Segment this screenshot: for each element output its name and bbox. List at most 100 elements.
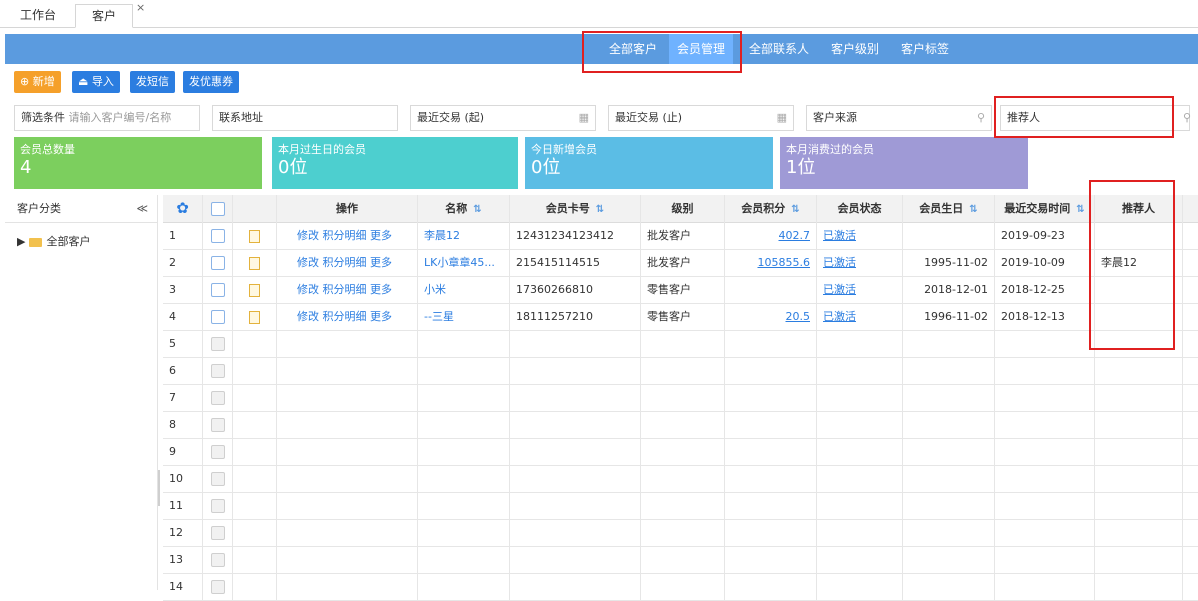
source-field[interactable]: 客户来源 ⚲ [806, 105, 992, 131]
row-checkbox[interactable] [203, 573, 233, 600]
condition-input[interactable]: 请输入客户编号/名称 [69, 111, 172, 124]
caret-right-icon[interactable]: ▶ [17, 235, 25, 248]
sort-icon[interactable]: ⇅ [596, 204, 604, 215]
edit-link[interactable]: 修改 [297, 283, 319, 296]
empty-cell [725, 573, 817, 600]
points-detail-link[interactable]: 积分明细 [323, 283, 367, 296]
row-checkbox[interactable] [203, 303, 233, 330]
row-checkbox[interactable] [203, 330, 233, 357]
row-checkbox[interactable] [203, 465, 233, 492]
trade-end-field[interactable]: 最近交易 (止) ▦ [608, 105, 794, 131]
col-last-trade[interactable]: 最近交易时间 ⇅ [995, 195, 1095, 222]
import-label: 导入 [91, 75, 114, 88]
table-row[interactable]: 1 修改 积分明细 更多 李晨12 12431234123412 批发客户 402.7 已激… [163, 222, 1198, 250]
nav-customer-tags[interactable]: 客户标签 [893, 34, 957, 64]
edit-link[interactable]: 修改 [297, 229, 319, 242]
row-checkbox[interactable] [203, 411, 233, 438]
member-level: 零售客户 [641, 276, 725, 303]
empty-cell [817, 573, 903, 600]
edit-link[interactable]: 修改 [297, 256, 319, 269]
collapse-icon[interactable]: ≪ [136, 195, 148, 223]
empty-cell [233, 573, 277, 600]
row-checkbox[interactable] [203, 384, 233, 411]
calendar-icon[interactable]: ▦ [777, 106, 787, 130]
points-detail-link[interactable]: 积分明细 [323, 256, 367, 269]
address-filter[interactable]: 联系地址 [212, 105, 398, 131]
row-number: 10 [163, 465, 203, 492]
col-points[interactable]: 会员积分 ⇅ [725, 195, 817, 222]
condition-filter[interactable]: 筛选条件 请输入客户编号/名称 [14, 105, 200, 131]
member-last-trade: 2019-09-23 [995, 222, 1095, 249]
empty-cell [233, 546, 277, 573]
row-checkbox[interactable] [203, 276, 233, 303]
category-sidebar: 客户分类 ≪ ▶ 全部客户 [5, 195, 158, 590]
nav-customer-level[interactable]: 客户级别 [823, 34, 887, 64]
member-status-link[interactable]: 已激活 [817, 249, 903, 276]
more-link[interactable]: 更多 [370, 310, 392, 323]
table-header: ✿ 操作 名称 ⇅ 会员卡号 ⇅ 级别 会员积分 ⇅ 会员状态 会员生日 ⇅ 最近交易时… [163, 195, 1198, 223]
row-number: 3 [163, 276, 203, 303]
table-row[interactable]: 2 修改 积分明细 更多 LK小章章45... 215415114515 批发客户 105… [163, 249, 1198, 277]
sort-icon[interactable]: ⇅ [969, 204, 977, 215]
row-checkbox[interactable] [203, 546, 233, 573]
sort-icon[interactable]: ⇅ [791, 204, 799, 215]
document-icon[interactable] [233, 249, 277, 276]
row-checkbox[interactable] [203, 249, 233, 276]
tab-workbench[interactable]: 工作台 [4, 4, 72, 28]
row-checkbox[interactable] [203, 222, 233, 249]
empty-cell [277, 411, 418, 438]
settings-gear-icon[interactable]: ✿ [163, 195, 203, 222]
member-status-link[interactable]: 已激活 [817, 303, 903, 330]
sort-icon[interactable]: ⇅ [473, 204, 481, 215]
edit-link[interactable]: 修改 [297, 310, 319, 323]
row-checkbox[interactable] [203, 357, 233, 384]
document-icon[interactable] [233, 303, 277, 330]
member-name-link[interactable]: 李晨12 [418, 222, 510, 249]
table-row[interactable]: 3 修改 积分明细 更多 小米 17360266810 零售客户 已激活 2018-12-0… [163, 276, 1198, 304]
more-link[interactable]: 更多 [370, 256, 392, 269]
col-card[interactable]: 会员卡号 ⇅ [510, 195, 641, 222]
col-last-trade-label: 最近交易时间 [1004, 202, 1071, 215]
col-birthday[interactable]: 会员生日 ⇅ [903, 195, 995, 222]
empty-cell [903, 384, 995, 411]
empty-cell [277, 384, 418, 411]
import-button[interactable]: ⏏ 导入 [72, 71, 120, 93]
sidebar-item-all-customers[interactable]: ▶ 全部客户 [17, 233, 90, 249]
add-button[interactable]: ⊕ 新增 [14, 71, 61, 93]
member-points-link[interactable] [725, 276, 817, 303]
card-title: 本月过生日的会员 [278, 143, 366, 156]
points-detail-link[interactable]: 积分明细 [323, 229, 367, 242]
sort-icon[interactable]: ⇅ [1076, 204, 1084, 215]
send-sms-button[interactable]: 发短信 [130, 71, 175, 93]
row-checkbox[interactable] [203, 438, 233, 465]
row-checkbox[interactable] [203, 492, 233, 519]
member-name-link[interactable]: LK小章章45... [418, 249, 510, 276]
splitter-handle[interactable] [158, 470, 160, 506]
document-icon[interactable] [233, 276, 277, 303]
member-status-link[interactable]: 已激活 [817, 222, 903, 249]
close-icon[interactable]: × [136, 1, 145, 14]
calendar-icon[interactable]: ▦ [579, 106, 589, 130]
points-detail-link[interactable]: 积分明细 [323, 310, 367, 323]
member-points-link[interactable]: 20.5 [725, 303, 817, 330]
trade-start-field[interactable]: 最近交易 (起) ▦ [410, 105, 596, 131]
send-coupon-button[interactable]: 发优惠券 [183, 71, 239, 93]
tab-customer[interactable]: 客户 [75, 4, 134, 28]
row-checkbox[interactable] [203, 519, 233, 546]
select-all-checkbox[interactable] [203, 195, 233, 222]
row-number: 1 [163, 222, 203, 249]
member-name-link[interactable]: 小米 [418, 276, 510, 303]
search-icon[interactable]: ⚲ [977, 106, 985, 130]
empty-cell [995, 465, 1095, 492]
table-row[interactable]: 4 修改 积分明细 更多 --三星 18111257210 零售客户 20.5 已激活 199… [163, 303, 1198, 331]
member-points-link[interactable]: 402.7 [725, 222, 817, 249]
member-name-link[interactable]: --三星 [418, 303, 510, 330]
more-link[interactable]: 更多 [370, 229, 392, 242]
more-link[interactable]: 更多 [370, 283, 392, 296]
search-icon[interactable]: ⚲ [1183, 106, 1191, 130]
member-points-link[interactable]: 105855.6 [725, 249, 817, 276]
nav-all-contacts[interactable]: 全部联系人 [741, 34, 817, 64]
document-icon[interactable] [233, 222, 277, 249]
col-name[interactable]: 名称 ⇅ [418, 195, 510, 222]
member-status-link[interactable]: 已激活 [817, 276, 903, 303]
